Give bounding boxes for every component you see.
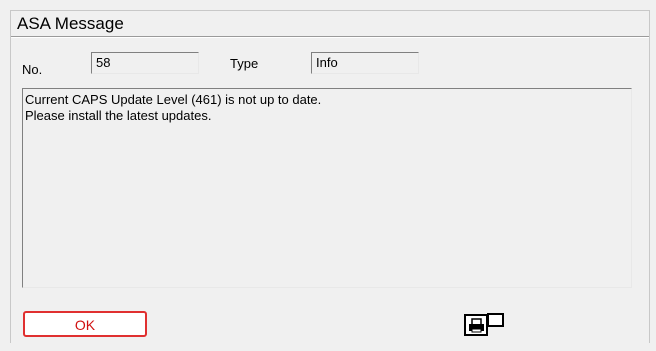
ok-button[interactable]: OK bbox=[23, 311, 147, 337]
type-field: Info bbox=[311, 52, 419, 74]
message-line-1: Current CAPS Update Level (461) is not u… bbox=[25, 92, 322, 107]
title-divider-highlight bbox=[11, 37, 649, 38]
number-label: No. bbox=[22, 62, 43, 77]
title-bar: ASA Message bbox=[11, 10, 649, 37]
message-line-2: Please install the latest updates. bbox=[25, 108, 212, 123]
print-button[interactable] bbox=[457, 309, 504, 339]
asa-message-dialog: ASA Message No. 58 Type Info Current CAP… bbox=[10, 10, 650, 343]
number-field: 58 bbox=[91, 52, 199, 74]
dialog-title: ASA Message bbox=[17, 14, 124, 33]
message-text-area[interactable]: Current CAPS Update Level (461) is not u… bbox=[22, 88, 632, 288]
print-preview-icon bbox=[464, 313, 504, 336]
type-label: Type bbox=[230, 56, 259, 71]
